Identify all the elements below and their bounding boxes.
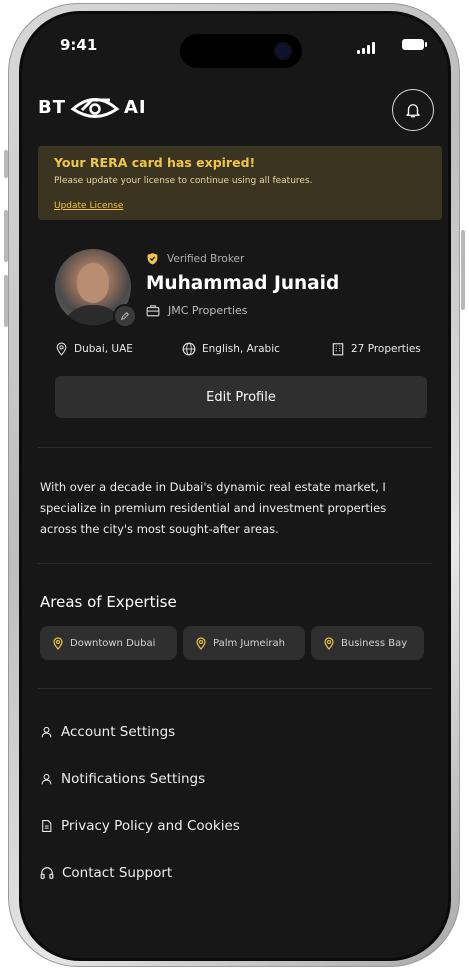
profile-name: Muhammad Junaid bbox=[146, 273, 340, 294]
alert-message: Please update your license to continue u… bbox=[54, 176, 313, 186]
expertise-chip-downtown-dubai[interactable]: Downtown Dubai bbox=[40, 626, 177, 660]
update-license-link[interactable]: Update License bbox=[54, 201, 123, 211]
app-screen: 9:41 BT AI Your RERA card has expired! P… bbox=[22, 14, 448, 958]
pencil-icon bbox=[121, 312, 129, 320]
headphones-icon bbox=[40, 867, 54, 879]
menu-item-notifications-settings[interactable]: Notifications Settings bbox=[40, 771, 205, 787]
expertise-chip-label: Downtown Dubai bbox=[70, 637, 156, 649]
expertise-chip-business-bay[interactable]: Business Bay bbox=[311, 626, 424, 660]
eye-logo-icon bbox=[70, 98, 120, 118]
building-icon bbox=[332, 343, 344, 356]
expertise-chip-label: Business Bay bbox=[341, 637, 408, 649]
menu-item-contact-support[interactable]: Contact Support bbox=[40, 865, 172, 881]
action-button bbox=[4, 150, 8, 178]
volume-up-button bbox=[4, 210, 8, 262]
menu-item-privacy-policy[interactable]: Privacy Policy and Cookies bbox=[40, 818, 240, 834]
languages-text: English, Arabic bbox=[202, 343, 280, 355]
volume-down-button bbox=[4, 275, 8, 327]
briefcase-icon bbox=[146, 305, 160, 317]
divider bbox=[38, 688, 432, 689]
expertise-title: Areas of Expertise bbox=[40, 593, 177, 611]
expertise-chip-palm-jumeirah[interactable]: Palm Jumeirah bbox=[183, 626, 305, 660]
properties-text: 27 Properties bbox=[351, 343, 421, 355]
menu-item-label: Privacy Policy and Cookies bbox=[61, 818, 240, 834]
map-pin-icon bbox=[196, 636, 206, 650]
map-pin-icon bbox=[324, 636, 334, 650]
edit-avatar-button[interactable] bbox=[113, 304, 137, 328]
signal-icon bbox=[357, 42, 377, 54]
map-pin-icon bbox=[53, 636, 63, 650]
bio-text: With over a decade in Dubai's dynamic re… bbox=[40, 480, 387, 536]
dynamic-island bbox=[180, 34, 302, 68]
languages: English, Arabic bbox=[182, 342, 280, 356]
battery-icon bbox=[402, 39, 427, 50]
bell-icon bbox=[406, 104, 420, 118]
menu-item-account-settings[interactable]: Account Settings bbox=[40, 724, 175, 740]
company-name: JMC Properties bbox=[168, 304, 248, 317]
company: JMC Properties bbox=[146, 304, 248, 317]
menu-item-label: Account Settings bbox=[61, 724, 176, 740]
shield-check-icon bbox=[147, 253, 158, 265]
location: Dubai, UAE bbox=[55, 342, 133, 356]
globe-icon bbox=[182, 342, 196, 356]
status-time: 9:41 bbox=[60, 36, 98, 54]
expertise-chip-label: Palm Jumeirah bbox=[213, 637, 285, 649]
alert-title: Your RERA card has expired! bbox=[54, 155, 256, 170]
power-button bbox=[461, 230, 465, 310]
menu-item-label: Notifications Settings bbox=[61, 771, 206, 787]
logo-text-left: BT bbox=[38, 96, 66, 118]
edit-profile-button[interactable]: Edit Profile bbox=[55, 376, 427, 418]
logo-text-right: AI bbox=[124, 96, 147, 118]
license-expired-alert: Your RERA card has expired! Please updat… bbox=[38, 146, 442, 220]
app-logo: BT AI bbox=[38, 92, 147, 122]
menu-item-label: Contact Support bbox=[62, 865, 173, 881]
user-icon bbox=[41, 773, 52, 785]
verified-label: Verified Broker bbox=[167, 252, 245, 265]
verified-badge: Verified Broker bbox=[146, 252, 244, 265]
location-text: Dubai, UAE bbox=[74, 343, 133, 355]
camera-icon bbox=[276, 44, 290, 58]
properties-count: 27 Properties bbox=[331, 342, 421, 356]
divider bbox=[38, 447, 432, 448]
map-pin-icon bbox=[56, 342, 67, 356]
divider bbox=[38, 563, 432, 564]
document-icon bbox=[42, 820, 52, 832]
user-icon bbox=[41, 726, 52, 738]
notifications-button[interactable] bbox=[392, 89, 434, 131]
